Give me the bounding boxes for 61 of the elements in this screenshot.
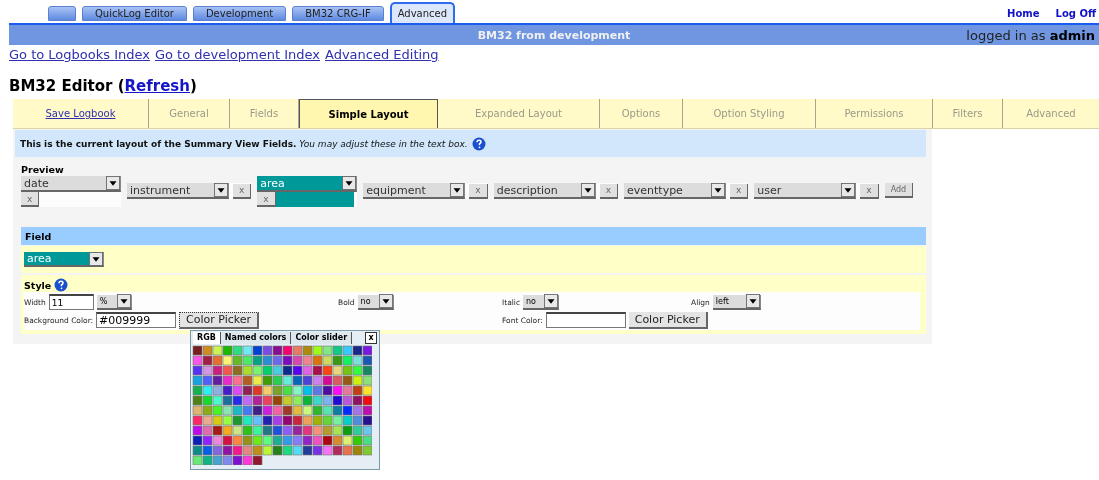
banner-title: BM32 from development [477, 28, 631, 42]
save-logbook-link[interactable]: Save Logbook [45, 108, 116, 119]
caret-icon [378, 294, 393, 308]
bold-dropdown[interactable]: no [357, 294, 394, 310]
remove-button[interactable]: x [257, 192, 276, 207]
style-title: Style [24, 279, 52, 291]
caret-icon [841, 183, 856, 197]
picker-tab[interactable]: Named colors [220, 331, 292, 344]
top-tab[interactable]: Advanced [389, 2, 456, 23]
column-dropdown[interactable]: description [493, 183, 596, 199]
caret-icon [106, 176, 120, 190]
column-dropdown[interactable]: instrument [127, 183, 229, 199]
unit-dropdown[interactable]: % [96, 294, 132, 310]
caret-icon [544, 294, 559, 308]
refresh-link[interactable]: Refresh [124, 77, 190, 95]
top-tab[interactable]: QuickLog Editor [82, 6, 187, 21]
top-tab[interactable]: Development [192, 6, 287, 21]
color-swatch-grid-drawing[interactable] [192, 345, 372, 465]
editor-heading: BM32 Editor (Refresh) [9, 77, 198, 97]
field-title: Field [25, 230, 52, 242]
nav-link[interactable]: Advanced Editing [325, 47, 439, 62]
top-tab[interactable]: BM32 CRG-IF [292, 6, 384, 21]
caret-icon [711, 183, 725, 197]
caret-icon [745, 294, 760, 308]
nav-link[interactable]: Go to development Index [154, 47, 320, 62]
preview-title: Preview [21, 164, 65, 175]
caret-icon [342, 176, 357, 190]
login-status: logged in as admin [966, 27, 1096, 43]
align-dropdown[interactable]: left [712, 294, 761, 310]
background-color-field[interactable]: #009999 [96, 312, 177, 328]
help-icon[interactable] [54, 278, 69, 292]
italic-dropdown[interactable]: no [523, 294, 560, 310]
add-button[interactable]: Add [884, 183, 914, 198]
caret-icon [450, 183, 465, 197]
caret-icon [214, 183, 228, 197]
remove-button[interactable]: x [599, 183, 618, 199]
picker-tab[interactable]: Color slider [291, 331, 353, 344]
caret-icon [89, 251, 103, 266]
remove-button[interactable]: x [730, 183, 749, 199]
color-picker-button[interactable]: Color Picker [179, 311, 260, 329]
column-dropdown[interactable]: user [754, 183, 857, 199]
width-field[interactable]: 11 [48, 294, 94, 310]
column-dropdown[interactable]: eventtype [624, 183, 726, 199]
help-icon[interactable] [471, 136, 486, 151]
font-color-field[interactable] [545, 312, 626, 328]
caret-icon [580, 183, 595, 197]
remove-button[interactable]: x [233, 183, 252, 199]
remove-button[interactable]: x [21, 192, 40, 207]
top-link[interactable]: Log Off [1055, 8, 1096, 19]
editor-tab[interactable]: Simple Layout [299, 99, 438, 128]
nav-link[interactable]: Go to Logbooks Index [9, 47, 150, 62]
picker-tab[interactable]: RGB [193, 331, 221, 344]
info-text: This is the current layout of the Summary View Fields. You may adjust these in the text box. [20, 138, 468, 149]
caret-icon [116, 294, 131, 308]
remove-button[interactable]: x [860, 183, 879, 199]
color-picker-button[interactable]: Color Picker [628, 311, 708, 329]
close-button[interactable]: x [365, 331, 377, 344]
remove-button[interactable]: x [469, 183, 488, 199]
top-link[interactable]: Home [1007, 8, 1040, 19]
column-dropdown[interactable]: date [21, 176, 121, 192]
column-dropdown[interactable]: equipment [363, 183, 466, 199]
